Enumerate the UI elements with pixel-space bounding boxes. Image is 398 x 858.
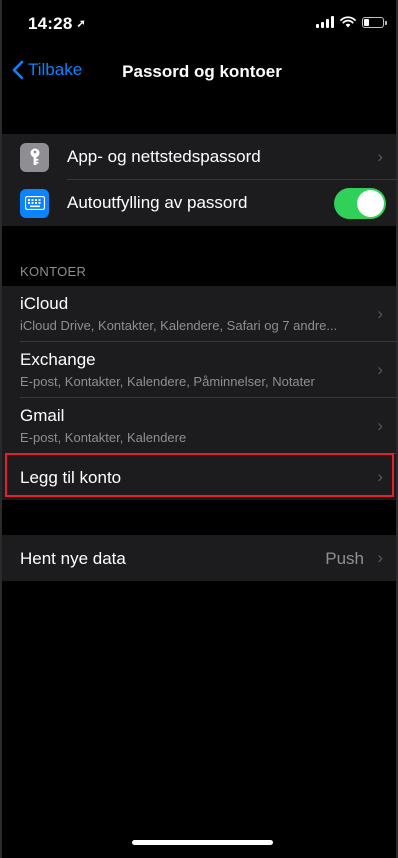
chevron-right-icon: › (377, 304, 383, 323)
accounts-section-header: KONTOER (20, 264, 87, 279)
account-row-gmail[interactable]: Gmail E-post, Kontakter, Kalendere › (0, 398, 398, 454)
navigation-bar: Tilbake Passord og kontoer (0, 50, 398, 94)
settings-screen: 14:28 ➚ Tilbake Passord og kontoer App- … (0, 0, 398, 858)
home-indicator[interactable] (132, 840, 273, 845)
key-icon (20, 142, 49, 172)
app-passwords-row[interactable]: App- og nettstedspassord › (0, 134, 398, 180)
location-icon: ➚ (76, 18, 86, 30)
autofill-row: Autoutfylling av passord (0, 180, 398, 226)
keyboard-icon (20, 188, 49, 218)
account-subtitle: iCloud Drive, Kontakter, Kalendere, Safa… (20, 318, 338, 333)
fetch-new-data-row[interactable]: Hent nye data Push › (0, 535, 398, 581)
status-bar: 14:28 ➚ (0, 0, 398, 44)
wifi-icon (340, 16, 356, 28)
status-icons (316, 16, 387, 28)
status-time: 14:28 ➚ (28, 14, 86, 34)
app-passwords-label: App- og nettstedspassord (67, 147, 261, 166)
autofill-label: Autoutfylling av passord (67, 193, 248, 212)
account-title: Exchange (20, 350, 96, 369)
autofill-toggle[interactable] (334, 187, 386, 219)
battery-icon (362, 16, 387, 28)
status-time-text: 14:28 (28, 14, 73, 33)
account-row-exchange[interactable]: Exchange E-post, Kontakter, Kalendere, P… (0, 342, 398, 398)
chevron-right-icon: › (377, 467, 383, 486)
passwords-group: App- og nettstedspassord › Autoutfylling… (0, 134, 398, 226)
toggle-knob (357, 189, 384, 217)
add-account-label: Legg til konto (20, 468, 122, 487)
accounts-group: iCloud iCloud Drive, Kontakter, Kalender… (0, 286, 398, 500)
fetch-new-data-label: Hent nye data (20, 549, 126, 568)
chevron-right-icon: › (377, 360, 383, 379)
account-title: Gmail (20, 406, 65, 425)
chevron-right-icon: › (377, 416, 383, 435)
account-title: iCloud (20, 294, 69, 313)
account-row-icloud[interactable]: iCloud iCloud Drive, Kontakter, Kalender… (0, 286, 398, 342)
page-title: Passord og kontoer (122, 62, 282, 81)
account-subtitle: E-post, Kontakter, Kalendere, Påminnelse… (20, 374, 315, 389)
fetch-new-data-value: Push (325, 549, 364, 568)
chevron-right-icon: › (377, 548, 383, 567)
cellular-signal-icon (316, 16, 334, 28)
fetch-group: Hent nye data Push › (0, 535, 398, 581)
account-subtitle: E-post, Kontakter, Kalendere (20, 430, 187, 445)
chevron-right-icon: › (377, 147, 383, 166)
add-account-row[interactable]: Legg til konto › (0, 454, 398, 500)
